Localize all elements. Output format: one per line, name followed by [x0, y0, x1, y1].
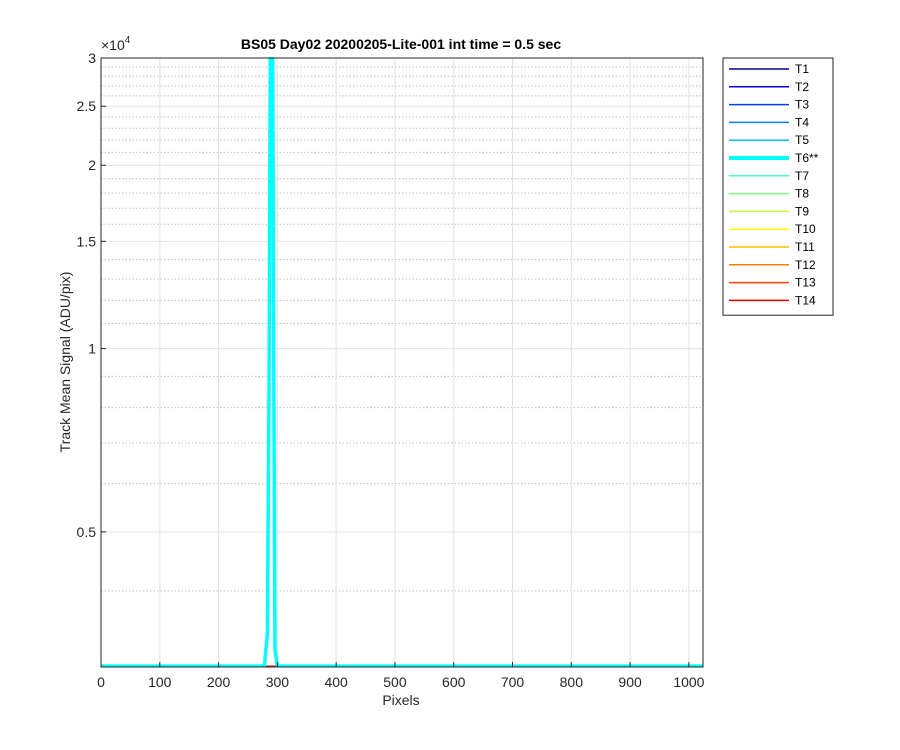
y-tick-label: 2.5: [77, 98, 97, 114]
x-tick-label: 0: [97, 674, 105, 690]
legend-label: T1: [795, 62, 809, 76]
legend-label: T2: [795, 80, 809, 94]
legend-label: T3: [795, 98, 809, 112]
legend-box: [722, 57, 834, 316]
x-tick-label: 1000: [673, 674, 704, 690]
x-tick-label: 800: [560, 674, 584, 690]
y-tick-label: 1.5: [77, 233, 97, 249]
y-axis-exponent: ×104: [101, 35, 131, 53]
x-tick-label: 200: [207, 674, 231, 690]
legend-label: T7: [795, 169, 809, 183]
minor-grid: [101, 66, 703, 592]
series-line-T6: [101, 57, 703, 667]
legend-label: T5: [795, 133, 809, 147]
y-axis-label: Track Mean Signal (ADU/pix): [57, 272, 73, 453]
x-tick-label: 400: [324, 674, 348, 690]
y-exponent-base: ×10: [101, 37, 125, 53]
legend-label: T13: [795, 276, 816, 290]
svg-text:×104: ×104: [101, 35, 131, 53]
y-tick-label: 3: [88, 50, 96, 66]
x-tick-label: 600: [442, 674, 466, 690]
x-tick-label: 100: [148, 674, 172, 690]
y-tick-label: 0.5: [77, 524, 97, 540]
legend-label: T4: [795, 115, 809, 129]
chart-title: BS05 Day02 20200205-Lite-001 int time = …: [241, 36, 561, 52]
major-grid: [100, 57, 703, 667]
x-axis-label: Pixels: [382, 692, 419, 708]
figure: 0 100 200 300 400 500 600 700 800 900 1000 0.5 1 1.5…: [57, 35, 834, 708]
y-tick-label: 2: [88, 157, 96, 173]
y-axis: 0.5 1 1.5 2 2.5 3: [77, 50, 106, 540]
x-tick-label: 500: [383, 674, 407, 690]
legend-label: T14: [795, 293, 816, 307]
series-lines: [101, 57, 703, 667]
legend-label: T6**: [795, 151, 819, 165]
x-tick-label: 700: [501, 674, 525, 690]
y-exponent-power: 4: [125, 35, 131, 46]
y-tick-label: 1: [88, 341, 96, 357]
legend: T1 T2 T3 T4 T5 T6** T7 T8 T9 T10 T11 T12 T13 T14: [722, 57, 834, 316]
legend-label: T11: [795, 240, 815, 254]
legend-label: T9: [795, 204, 809, 218]
x-tick-label: 900: [618, 674, 642, 690]
legend-label: T12: [795, 258, 816, 272]
plot-area-frame: [100, 57, 704, 668]
legend-label: T8: [795, 187, 809, 201]
legend-label: T10: [795, 222, 816, 236]
x-tick-label: 300: [266, 674, 290, 690]
